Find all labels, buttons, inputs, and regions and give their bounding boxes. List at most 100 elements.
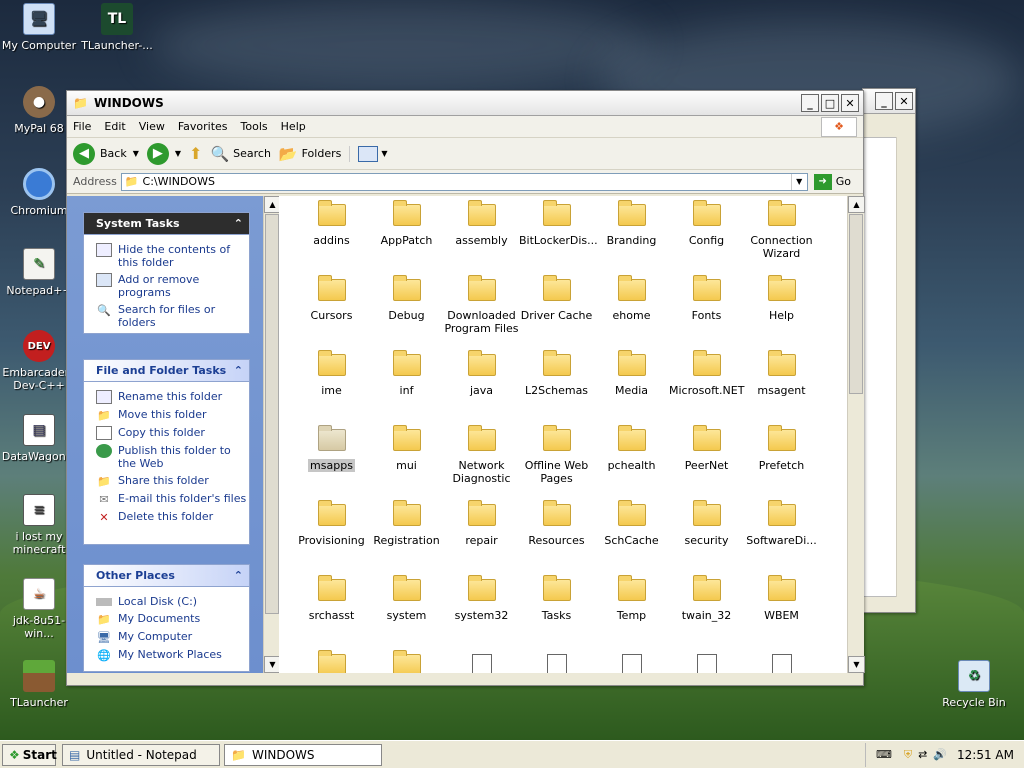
collapse-icon[interactable]: ⌃: [234, 217, 243, 230]
folder-item[interactable]: Temp: [594, 575, 669, 622]
file-view[interactable]: addins AppPatch assembly BitLockerDis... Bra…: [279, 196, 847, 673]
folder-item[interactable]: mui: [369, 425, 444, 472]
security-shield-icon[interactable]: ⛨: [904, 748, 912, 762]
folder-item[interactable]: msapps: [294, 425, 369, 472]
task-move-folder[interactable]: 📁 Move this folder: [84, 406, 249, 424]
menu-edit[interactable]: Edit: [104, 120, 125, 133]
folder-item[interactable]: Driver Cache: [519, 275, 594, 322]
folder-item[interactable]: Branding: [594, 200, 669, 247]
folder-item[interactable]: msagent: [744, 350, 819, 397]
folder-item[interactable]: system32: [444, 575, 519, 622]
up-folder-button[interactable]: ⬆: [189, 144, 202, 163]
desktop-icon-my-computer[interactable]: 🖥 My Computer: [0, 3, 78, 52]
folder-item[interactable]: inf: [369, 350, 444, 397]
address-field[interactable]: 📁 C:\WINDOWS ▼: [120, 172, 808, 191]
folder-item[interactable]: Tasks: [519, 575, 594, 622]
folder-item[interactable]: Config: [669, 200, 744, 247]
folder-item[interactable]: Fonts: [669, 275, 744, 322]
menu-tools[interactable]: Tools: [241, 120, 268, 133]
folder-item[interactable]: Connection Wizard: [744, 200, 819, 260]
other-places-header[interactable]: Other Places ⌃: [84, 565, 249, 587]
folder-item[interactable]: Registration: [369, 500, 444, 547]
partial-item[interactable]: [294, 650, 369, 673]
desktop-icon-recycle-bin[interactable]: ♻ Recycle Bin: [935, 660, 1013, 709]
task-pane-scrollbar[interactable]: ▲ ▼: [263, 196, 281, 673]
folder-item[interactable]: twain_32: [669, 575, 744, 622]
maximize-button[interactable]: □: [821, 94, 839, 112]
menu-file[interactable]: File: [73, 120, 91, 133]
close-button[interactable]: ✕: [841, 94, 859, 112]
task-email-files[interactable]: ✉ E-mail this folder's files: [84, 490, 249, 508]
start-button[interactable]: ❖ Start: [2, 743, 57, 766]
menu-favorites[interactable]: Favorites: [178, 120, 228, 133]
partial-item[interactable]: [369, 650, 444, 673]
task-copy-folder[interactable]: Copy this folder: [84, 424, 249, 442]
keyboard-icon[interactable]: ⌨: [876, 748, 892, 761]
forward-button[interactable]: ▶ ▼: [146, 142, 181, 165]
scroll-down-arrow-icon[interactable]: ▼: [848, 656, 865, 673]
task-publish-web[interactable]: Publish this folder to the Web: [84, 442, 249, 472]
volume-icon[interactable]: 🔊: [933, 748, 947, 761]
partial-item[interactable]: [519, 654, 594, 673]
place-my-computer[interactable]: 🖥 My Computer: [84, 628, 249, 646]
file-folder-tasks-header[interactable]: File and Folder Tasks ⌃: [84, 360, 249, 382]
taskbar-item-notepad[interactable]: ▤ Untitled - Notepad: [62, 743, 220, 766]
task-delete-folder[interactable]: ✕ Delete this folder: [84, 508, 249, 526]
folder-item[interactable]: Prefetch: [744, 425, 819, 472]
folder-item[interactable]: BitLockerDis...: [519, 200, 598, 247]
folder-item[interactable]: srchasst: [294, 575, 369, 622]
go-button[interactable]: ➜ Go: [813, 173, 851, 190]
task-rename-folder[interactable]: Rename this folder: [84, 388, 249, 406]
folder-item[interactable]: Resources: [519, 500, 594, 547]
folder-item[interactable]: Media: [594, 350, 669, 397]
task-share-folder[interactable]: 📁 Share this folder: [84, 472, 249, 490]
folder-item[interactable]: Microsoft.NET: [669, 350, 744, 397]
place-my-network[interactable]: 🌐 My Network Places: [84, 646, 249, 664]
desktop-icon-tlauncher-shortcut[interactable]: TL TLauncher-...: [78, 3, 156, 52]
folder-item[interactable]: ime: [294, 350, 369, 397]
folder-item[interactable]: system: [369, 575, 444, 622]
folder-item[interactable]: Downloaded Program Files: [444, 275, 519, 335]
folder-item[interactable]: Help: [744, 275, 819, 322]
collapse-icon[interactable]: ⌃: [234, 569, 243, 582]
folder-item[interactable]: WBEM: [744, 575, 819, 622]
folder-item[interactable]: Provisioning: [294, 500, 369, 547]
minimize-button[interactable]: _: [801, 94, 819, 112]
minimize-button[interactable]: _: [875, 92, 893, 110]
folder-item[interactable]: Cursors: [294, 275, 369, 322]
file-view-scrollbar[interactable]: ▲ ▼: [847, 196, 865, 673]
folder-item[interactable]: addins: [294, 200, 369, 247]
partial-item[interactable]: [669, 654, 744, 673]
title-bar[interactable]: 📁 WINDOWS _ □ ✕: [67, 91, 863, 116]
menu-help[interactable]: Help: [281, 120, 306, 133]
explorer-window[interactable]: 📁 WINDOWS _ □ ✕ File Edit View Favorites…: [66, 90, 865, 686]
folder-item[interactable]: Offline Web Pages: [519, 425, 594, 485]
background-scrollbar[interactable]: [896, 137, 913, 597]
partial-item[interactable]: [594, 654, 669, 673]
folder-item[interactable]: SchCache: [594, 500, 669, 547]
clock[interactable]: 12:51 AM: [957, 748, 1014, 762]
folder-item[interactable]: ehome: [594, 275, 669, 322]
collapse-icon[interactable]: ⌃: [234, 364, 243, 377]
views-button[interactable]: ▼: [349, 145, 388, 162]
address-dropdown-icon[interactable]: ▼: [790, 173, 807, 190]
place-local-disk[interactable]: Local Disk (C:): [84, 593, 249, 610]
system-tasks-header[interactable]: System Tasks ⌃: [84, 213, 249, 235]
partial-item[interactable]: [744, 654, 819, 673]
folder-item[interactable]: AppPatch: [369, 200, 444, 247]
network-icon[interactable]: ⇄: [918, 748, 927, 761]
folder-item[interactable]: pchealth: [594, 425, 669, 472]
place-my-documents[interactable]: 📁 My Documents: [84, 610, 249, 628]
folder-item[interactable]: PeerNet: [669, 425, 744, 472]
folder-item[interactable]: L2Schemas: [519, 350, 594, 397]
back-button[interactable]: ◀ Back ▼: [73, 142, 139, 165]
scroll-thumb[interactable]: [265, 214, 279, 614]
menu-view[interactable]: View: [139, 120, 165, 133]
task-hide-contents[interactable]: Hide the contents of this folder: [84, 241, 249, 271]
folder-item[interactable]: repair: [444, 500, 519, 547]
scroll-thumb[interactable]: [849, 214, 863, 394]
close-button[interactable]: ✕: [895, 92, 913, 110]
partial-item[interactable]: [444, 654, 519, 673]
scroll-up-arrow-icon[interactable]: ▲: [848, 196, 865, 213]
search-button[interactable]: 🔍 Search: [210, 145, 270, 163]
